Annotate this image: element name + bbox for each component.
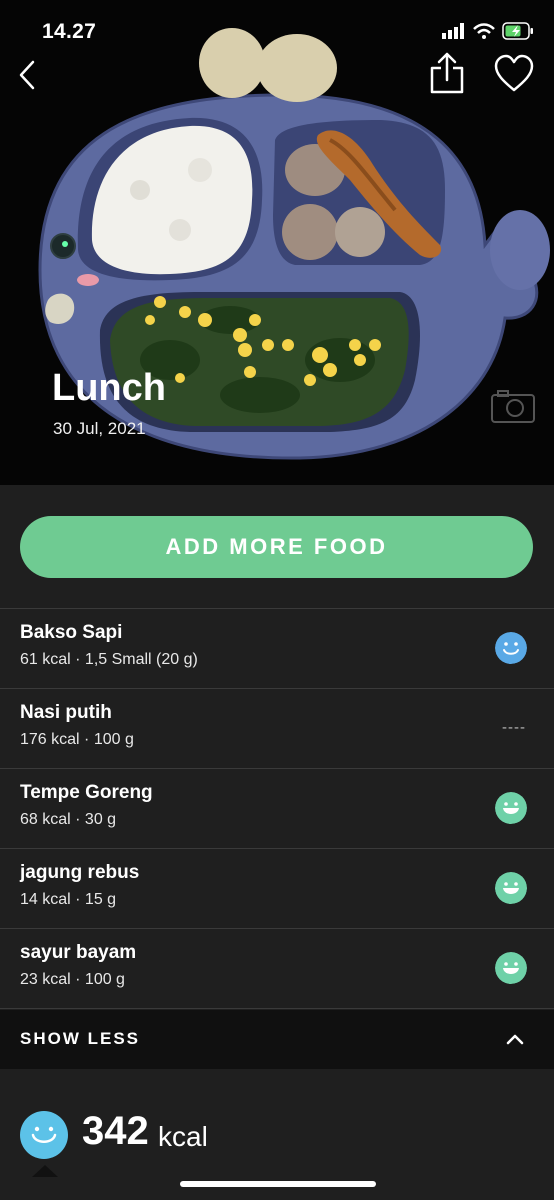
food-name: Nasi putih	[20, 702, 112, 723]
signal-icon	[442, 23, 464, 39]
smiley-green-icon	[495, 952, 527, 984]
smiley-green-icon	[495, 872, 527, 904]
food-meta: 14 kcal · 15 g	[20, 891, 117, 908]
show-less-toggle[interactable]: SHOW LESS	[0, 1010, 554, 1069]
chevron-up-icon	[506, 1034, 524, 1045]
camera-icon[interactable]	[490, 388, 536, 424]
food-item-jagung-rebus[interactable]: jagung rebus 14 kcal · 15 g	[0, 849, 554, 929]
food-item-bakso-sapi[interactable]: Bakso Sapi 61 kcal · 1,5 Small (20 g)	[0, 609, 554, 689]
battery-icon	[502, 22, 533, 40]
food-item-nasi-putih[interactable]: Nasi putih 176 kcal · 100 g ----	[0, 689, 554, 769]
back-button[interactable]	[14, 58, 44, 92]
heart-icon[interactable]	[493, 54, 535, 94]
add-more-food-button[interactable]: ADD MORE FOOD	[20, 516, 533, 578]
food-meta: 68 kcal · 30 g	[20, 811, 117, 828]
food-meta: 61 kcal · 1,5 Small (20 g)	[20, 651, 198, 668]
food-list: Bakso Sapi 61 kcal · 1,5 Small (20 g) Na…	[0, 609, 554, 1009]
meal-photo	[38, 28, 550, 460]
food-item-tempe-goreng[interactable]: Tempe Goreng 68 kcal · 30 g	[0, 769, 554, 849]
smiley-summary-icon	[20, 1111, 68, 1159]
show-less-label: SHOW LESS	[20, 1029, 141, 1048]
smiley-blue-icon	[495, 632, 527, 664]
food-name: Tempe Goreng	[20, 782, 153, 803]
total-kcal-value: 342	[82, 1109, 149, 1153]
wifi-icon	[473, 23, 495, 39]
meal-photo-header: 14.27 Lunch 30 Jul, 2021	[0, 0, 554, 485]
home-indicator[interactable]	[180, 1181, 376, 1187]
smiley-green-icon	[495, 792, 527, 824]
food-name: Bakso Sapi	[20, 622, 123, 643]
food-name: sayur bayam	[20, 942, 137, 963]
food-meta: 23 kcal · 100 g	[20, 971, 125, 988]
pointer-triangle-icon	[32, 1165, 58, 1177]
status-icons	[442, 22, 534, 40]
food-meta: 176 kcal · 100 g	[20, 731, 134, 748]
status-time: 14.27	[42, 20, 97, 43]
no-rating-indicator: ----	[502, 719, 526, 736]
food-name: jagung rebus	[20, 862, 140, 883]
total-kcal-unit: kcal	[158, 1121, 208, 1152]
meal-title: Lunch	[52, 367, 166, 409]
meal-date: 30 Jul, 2021	[53, 419, 146, 438]
share-button[interactable]	[428, 52, 466, 96]
food-item-sayur-bayam[interactable]: sayur bayam 23 kcal · 100 g	[0, 929, 554, 1009]
